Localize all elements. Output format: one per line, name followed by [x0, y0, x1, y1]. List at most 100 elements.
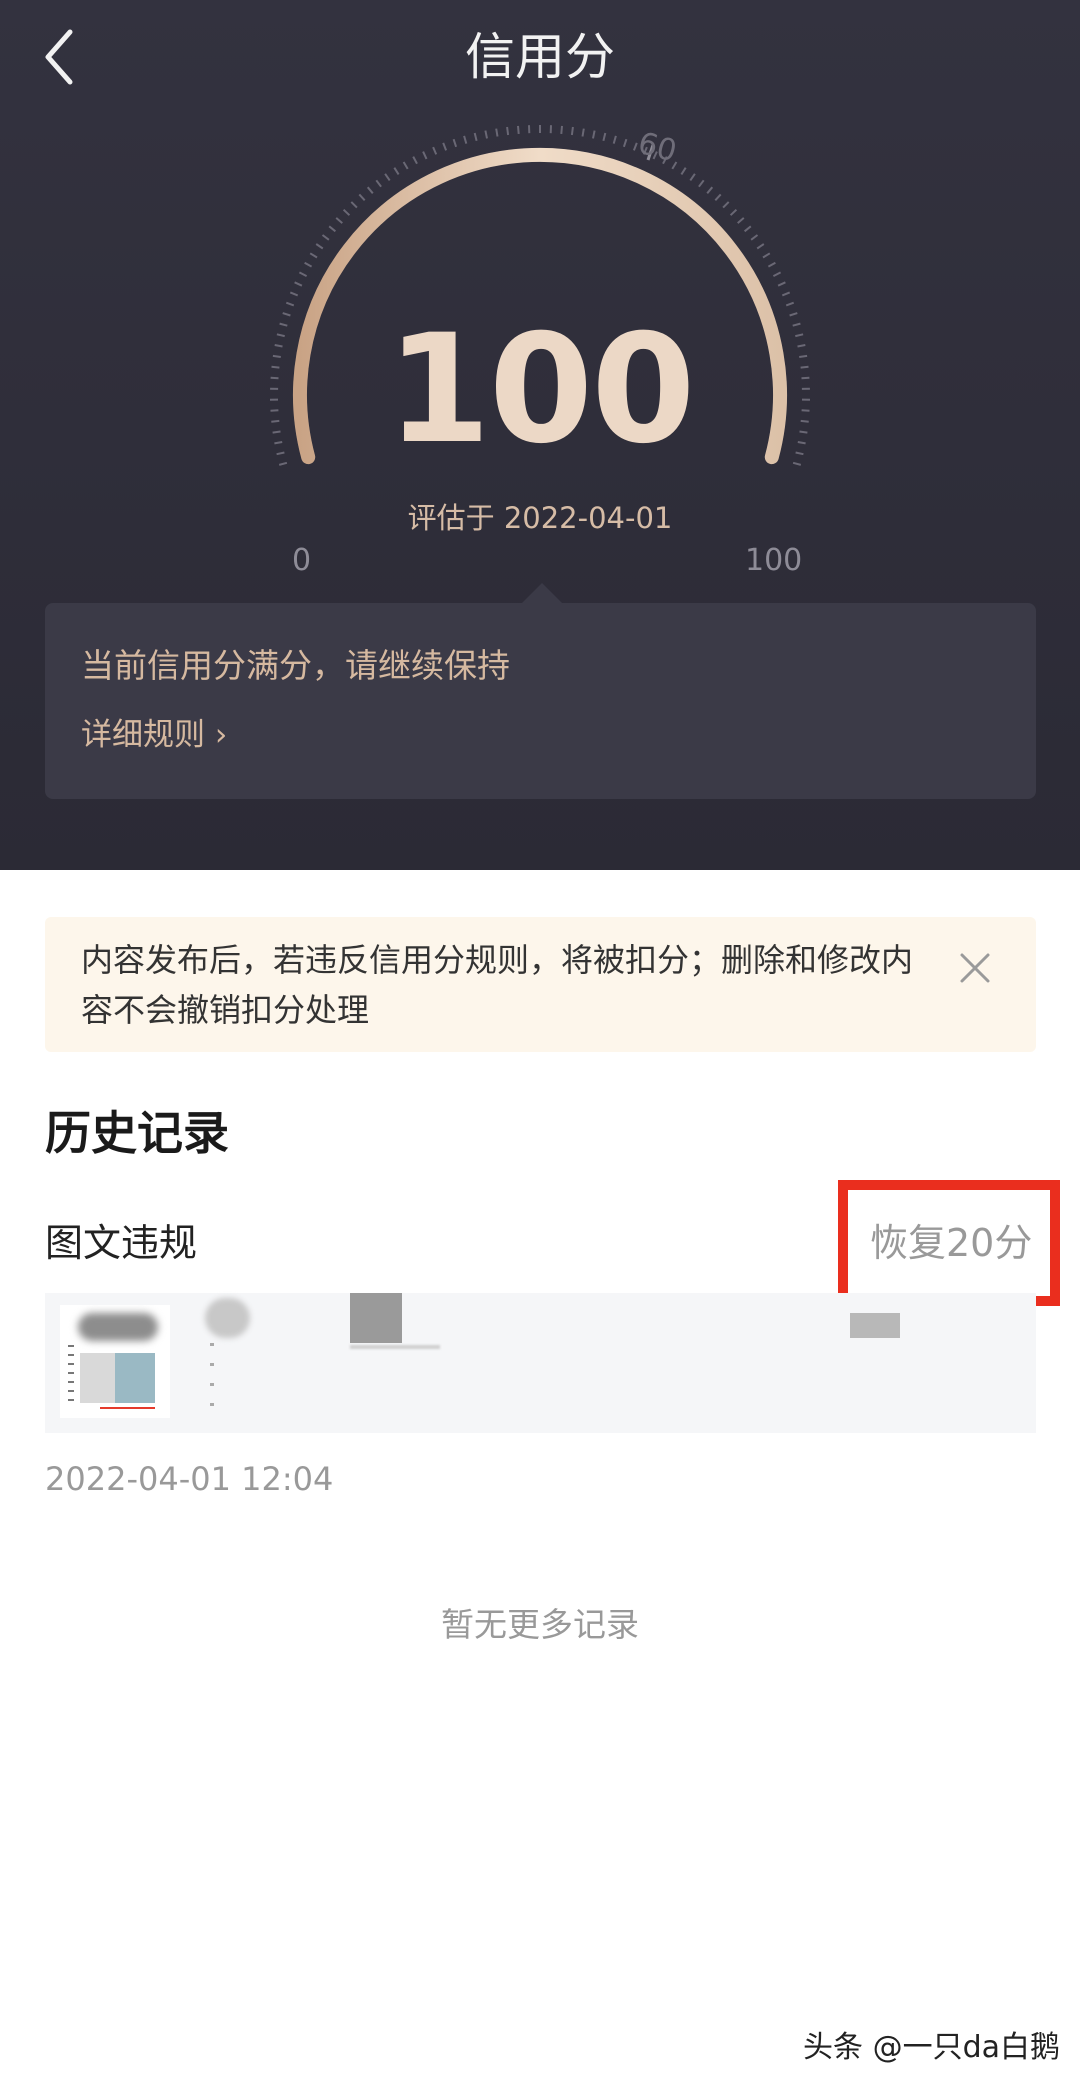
- gauge-minor-tick: [801, 376, 810, 380]
- gauge-minor-tick: [689, 173, 696, 181]
- gauge-minor-tick: [680, 167, 687, 175]
- gauge-minor-tick: [797, 344, 806, 348]
- gauge-minor-tick: [276, 333, 285, 338]
- gauge-minor-tick: [772, 271, 782, 277]
- gauge-minor-tick: [506, 126, 510, 136]
- gauge-minor-tick: [792, 461, 802, 466]
- gauge-minor-tick: [315, 243, 324, 250]
- gauge-minor-tick: [304, 261, 313, 268]
- history-title: 历史记录: [45, 1106, 229, 1160]
- gauge-minor-tick: [484, 130, 488, 139]
- evaluation-date: 评估于 2022-04-01: [407, 501, 673, 535]
- gauge-minor-tick: [722, 201, 730, 209]
- gauge-minor-tick: [442, 142, 448, 151]
- notice-text: 内容发布后，若违反信用分规则，将被扣分；删除和修改内容不会撤销扣分处理: [81, 941, 914, 1029]
- close-icon[interactable]: [950, 943, 1000, 993]
- gauge-minor-tick: [309, 252, 318, 259]
- gauge-minor-tick: [432, 146, 438, 155]
- gauge-minor-tick: [750, 234, 759, 241]
- gauge-minor-tick: [271, 419, 280, 423]
- credit-score: 100: [386, 303, 695, 477]
- gauge-minor-tick: [422, 151, 428, 160]
- gauge-minor-tick: [517, 125, 520, 134]
- gauge-minor-tick: [789, 312, 798, 317]
- status-pointer: [522, 583, 562, 603]
- gauge-minor-tick: [795, 451, 804, 456]
- record-content-card[interactable]: [45, 1293, 1036, 1433]
- gauge-minor-tick: [393, 167, 400, 175]
- gauge-minor-tick: [294, 281, 303, 287]
- gauge-minor-tick: [384, 173, 391, 181]
- gauge-minor-tick: [276, 451, 285, 456]
- gauge-minor-tick: [274, 441, 283, 445]
- gauge-minor-tick: [289, 291, 299, 297]
- gauge-minor-tick: [298, 271, 308, 277]
- gauge-minor-tick: [762, 252, 771, 259]
- gauge-minor-tick: [278, 461, 288, 466]
- gauge-minor-tick: [781, 291, 791, 297]
- highlight-box: [838, 1180, 1060, 1306]
- gauge-minor-tick: [797, 441, 806, 445]
- gauge-minor-tick: [581, 128, 585, 137]
- gauge-minor-tick: [612, 135, 617, 144]
- blurred-region: [205, 1298, 250, 1338]
- record-type: 图文违规: [45, 1221, 198, 1265]
- gauge-min-label: 0: [292, 543, 312, 578]
- gauge-minor-tick: [800, 365, 809, 369]
- gauge-minor-tick: [800, 419, 809, 423]
- blurred-region: [210, 1343, 214, 1413]
- blurred-region: [850, 1313, 900, 1338]
- gauge-minor-tick: [671, 161, 678, 170]
- gauge-minor-tick: [602, 132, 607, 142]
- gauge-minor-tick: [272, 430, 281, 434]
- gauge-minor-tick: [412, 156, 418, 165]
- gauge-minor-tick: [795, 333, 804, 338]
- gauge-minor-tick: [592, 130, 596, 139]
- gauge-minor-tick: [495, 128, 499, 137]
- gauge-minor-tick: [270, 409, 279, 412]
- blurred-region: [80, 1353, 115, 1403]
- blurred-region: [68, 1345, 74, 1405]
- gauge-minor-tick: [328, 225, 337, 233]
- status-card: 当前信用分满分，请继续保持 详细规则 ›: [45, 603, 1036, 799]
- content-thumbnail: [60, 1305, 170, 1418]
- gauge-minor-tick: [714, 193, 722, 201]
- blurred-region: [100, 1407, 155, 1409]
- gauge-minor-tick: [342, 208, 351, 216]
- gauge-minor-tick: [335, 217, 343, 224]
- gauge-max-label: 100: [745, 543, 803, 578]
- credit-header: 信用分 100 评估于 2022-04-01 0 100 60 当前信用分满分，…: [0, 0, 1080, 870]
- gauge-minor-tick: [737, 217, 745, 224]
- gauge-minor-tick: [622, 138, 628, 148]
- blurred-region: [78, 1313, 158, 1341]
- blurred-region: [350, 1345, 440, 1349]
- gauge-minor-tick: [792, 322, 801, 327]
- blurred-region: [115, 1353, 155, 1403]
- gauge-minor-tick: [321, 234, 330, 241]
- gauge-minor-tick: [463, 135, 468, 144]
- rules-link[interactable]: 详细规则 ›: [81, 710, 227, 760]
- gauge-minor-tick: [358, 193, 366, 201]
- gauge-minor-tick: [799, 354, 808, 358]
- gauge-minor-tick: [560, 125, 563, 134]
- no-more-records: 暂无更多记录: [441, 1605, 639, 1644]
- gauge-minor-tick: [743, 225, 752, 233]
- watermark: 头条 @一只da白鹅: [803, 2030, 1060, 2065]
- record-time: 2022-04-01 12:04: [45, 1460, 334, 1498]
- gauge-minor-tick: [698, 179, 705, 188]
- gauge-minor-tick: [756, 243, 765, 250]
- gauge-minor-tick: [777, 281, 786, 287]
- status-message: 当前信用分满分，请继续保持: [81, 646, 510, 685]
- gauge-minor-tick: [271, 365, 280, 369]
- notice-banner: 内容发布后，若违反信用分规则，将被扣分；删除和修改内容不会撤销扣分处理: [45, 917, 1036, 1052]
- gauge-minor-tick: [799, 430, 808, 434]
- gauge-minor-tick: [350, 201, 358, 209]
- gauge-minor-tick: [270, 376, 279, 380]
- blurred-region: [350, 1293, 402, 1343]
- gauge-minor-tick: [570, 126, 574, 136]
- gauge-minor-tick: [279, 322, 288, 327]
- gauge-minor-tick: [801, 409, 810, 412]
- gauge-minor-tick: [473, 132, 478, 142]
- gauge-minor-tick: [375, 179, 382, 188]
- gauge-minor-tick: [274, 344, 283, 348]
